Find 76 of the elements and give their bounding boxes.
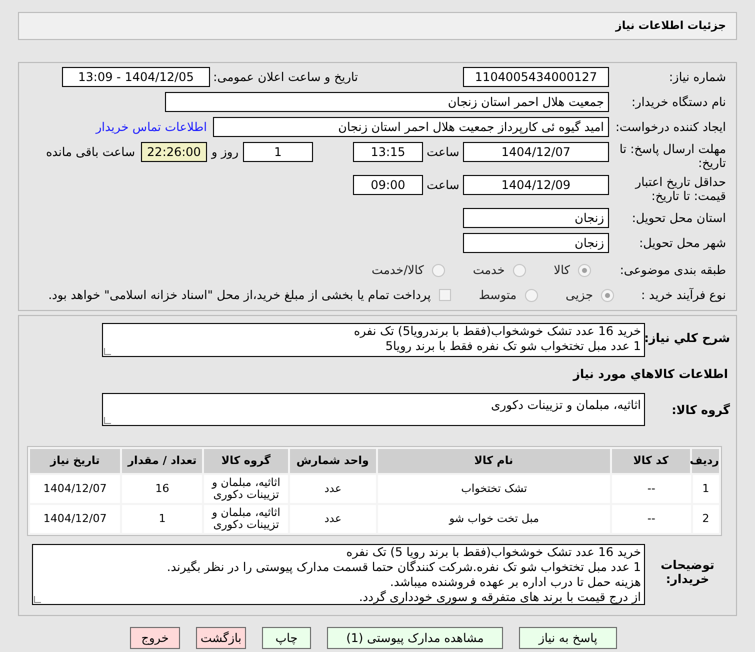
action-button[interactable]: مشاهده مدارک پیوستی (1) bbox=[327, 627, 503, 649]
text-field[interactable]: جمعیت هلال احمر استان زنجان bbox=[165, 92, 609, 112]
field-label: ساعت bbox=[426, 145, 460, 159]
radio-button[interactable] bbox=[432, 264, 445, 276]
action-button[interactable]: پاسخ به نیاز bbox=[519, 627, 617, 649]
text-field[interactable]: 1404/12/05 - 13:09 bbox=[62, 67, 210, 87]
action-button[interactable]: خروج bbox=[130, 627, 180, 649]
option-label: جزیی bbox=[566, 287, 593, 304]
radio-button[interactable] bbox=[512, 264, 526, 276]
table-cell: 1404/12/07 bbox=[30, 475, 120, 503]
table-cell: تشک تختخواب bbox=[378, 475, 610, 503]
field-label: نام دستگاه خریدار: bbox=[630, 95, 726, 109]
text-field[interactable]: 09:00 bbox=[353, 175, 423, 195]
field-label: استان محل تحویل: bbox=[630, 211, 726, 225]
table-cell: اثاثیه، مبلمان و تزیینات دکوری bbox=[204, 475, 288, 503]
table-cell: 1 bbox=[692, 475, 719, 503]
checkbox[interactable] bbox=[438, 289, 451, 301]
column-header: تاریخ نیاز bbox=[30, 449, 120, 473]
table-cell: 1404/12/07 bbox=[30, 505, 120, 533]
table-cell: عدد bbox=[290, 475, 376, 503]
column-header: ردیف bbox=[692, 449, 719, 473]
action-button[interactable]: بازگشت bbox=[196, 627, 246, 649]
field-label: شماره نیاز: bbox=[668, 70, 726, 84]
text-field[interactable]: 1404/12/07 bbox=[463, 142, 609, 162]
radio-button[interactable] bbox=[601, 288, 614, 302]
table-cell: 16 bbox=[122, 475, 202, 503]
field-label: شهر محل تحویل: bbox=[638, 236, 726, 250]
field-label: روز و bbox=[210, 145, 240, 159]
text-field[interactable]: 1404/12/09 bbox=[463, 175, 609, 195]
column-header: واحد شمارش bbox=[290, 449, 376, 473]
table-cell: -- bbox=[612, 505, 691, 533]
column-header: نام کالا bbox=[378, 449, 610, 473]
radio-button[interactable] bbox=[524, 288, 538, 302]
table-cell: مبل تخت خواب شو bbox=[378, 505, 610, 533]
resize-grip-icon bbox=[104, 348, 111, 355]
column-header: کد کالا bbox=[612, 449, 690, 473]
field-label: ساعت باقی مانده bbox=[46, 145, 135, 159]
payment-note: پرداخت تمام یا بخشی از مبلغ خرید،از محل "اسناد خزانه اسلامی" خواهد بود. bbox=[48, 287, 431, 304]
resize-grip-icon bbox=[104, 417, 111, 424]
page-title: جزئیات اطلاعات نیاز bbox=[616, 18, 726, 34]
table-cell: 2 bbox=[692, 505, 719, 533]
countdown-field: 22:26:00 bbox=[141, 142, 207, 162]
text-field[interactable]: 1 bbox=[243, 142, 313, 162]
text-field[interactable]: 13:15 bbox=[353, 142, 423, 162]
field-label: ایجاد کننده درخواست: bbox=[614, 120, 726, 134]
text-field[interactable]: 1104005434000127 bbox=[463, 67, 609, 87]
radio-button[interactable] bbox=[578, 264, 591, 276]
action-button[interactable]: چاپ bbox=[262, 627, 311, 649]
text-area[interactable]: اثاثیه، مبلمان و تزیینات دکوری bbox=[102, 393, 645, 426]
table-cell: 1 bbox=[122, 505, 202, 533]
text-field[interactable]: زنجان bbox=[463, 208, 609, 228]
table-cell: اثاثیه، مبلمان و تزیینات دکوری bbox=[204, 505, 288, 533]
field-label: شرح کلي نياز: bbox=[645, 331, 730, 345]
field-label: نوع فرآیند خرید : bbox=[640, 288, 726, 302]
table-cell: -- bbox=[612, 475, 691, 503]
field-label: تاریخ و ساعت اعلان عمومی: bbox=[212, 70, 358, 84]
option-label: کالا/خدمت bbox=[372, 262, 424, 279]
column-header: گروه کالا bbox=[204, 449, 288, 473]
option-label: متوسط bbox=[478, 287, 517, 304]
option-label: خدمت bbox=[472, 262, 505, 279]
field-label: حداقل تاریخ اعتبار قیمت: تا تاریخ: bbox=[634, 175, 726, 203]
table-cell: عدد bbox=[290, 505, 376, 533]
text-area[interactable]: خرید 16 عدد تشک خوشخواب(فقط با برندرویا5) تک نفره 1 عدد مبل تختخواب شو تک نفره فقط با برند رویا5 bbox=[102, 323, 645, 357]
field-label: ساعت bbox=[426, 178, 460, 192]
option-label: کالا bbox=[554, 262, 570, 279]
text-field[interactable]: زنجان bbox=[463, 233, 609, 253]
text-area[interactable]: خرید 16 عدد تشک خوشخواب(فقط با برند رویا 5) تک نفره 1 عدد مبل تختخواب شو تک نفره.شرکت کنندگان حتما قسمت مدارک پیوستی را در نظر بگیرند. هزینه حمل تا درب اداره بر عهده فروشنده میباشد. از درج قیمت با برند های متفرقه و سوری خودداری گردد. bbox=[32, 544, 645, 605]
field-label: گروه کالا: bbox=[670, 403, 730, 417]
resize-grip-icon bbox=[34, 596, 41, 603]
text-field[interactable]: امید گیوه ئی کارپرداز جمعیت هلال احمر استان زنجان bbox=[213, 117, 609, 137]
section-heading: اطلاعات کالاهاي مورد نياز bbox=[573, 366, 728, 383]
field-label: مهلت ارسال پاسخ: تا تاریخ: bbox=[618, 142, 726, 170]
contact-link[interactable]: اطلاعات تماس خریدار bbox=[96, 118, 207, 136]
column-header: تعداد / مقدار bbox=[122, 449, 202, 473]
field-label: توضیحات خریدار: bbox=[660, 558, 716, 586]
field-label: طبقه بندی موضوعی: bbox=[618, 263, 726, 277]
